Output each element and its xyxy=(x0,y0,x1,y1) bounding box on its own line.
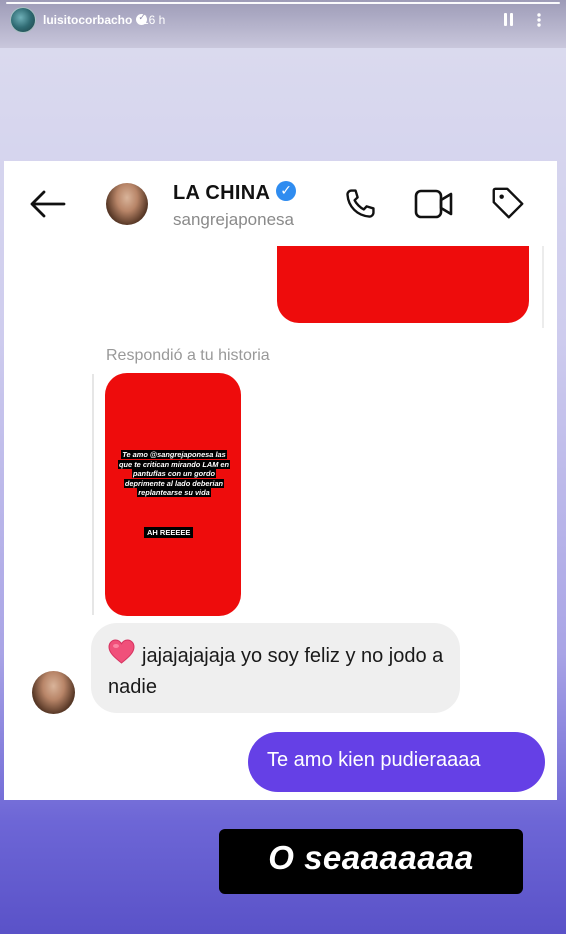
redacted-message xyxy=(277,246,529,323)
story-avatar[interactable] xyxy=(10,7,36,33)
pause-icon[interactable] xyxy=(504,13,514,26)
contact-handle: sangrejaponesa xyxy=(173,210,294,229)
contact-name-row[interactable]: LA CHINA xyxy=(173,181,297,205)
story-thumbnail-text-2: AH REEEEE xyxy=(144,527,194,538)
outgoing-message-text: Te amo kien pudieraaaa xyxy=(267,749,481,771)
sender-avatar[interactable] xyxy=(32,671,75,714)
reply-quote-bar xyxy=(92,374,94,615)
tag-icon[interactable] xyxy=(489,184,527,227)
story-thumbnail-text: Te amo @sangrejaponesa las que te critic… xyxy=(118,450,231,498)
story-caption: O seaaaaaaa xyxy=(268,839,474,876)
story-reply-label: Respondió a tu historia xyxy=(106,347,270,364)
video-icon[interactable] xyxy=(414,186,454,227)
contact-name[interactable]: LA CHINA xyxy=(173,182,270,204)
story-header: luisitocorbacho 16 h xyxy=(0,0,566,48)
story-time: 16 h xyxy=(142,13,166,27)
verified-icon xyxy=(276,181,297,201)
phone-icon[interactable] xyxy=(341,185,379,228)
scroll-indicator xyxy=(542,246,544,328)
story-progress-bar xyxy=(6,2,560,4)
story-username[interactable]: luisitocorbacho xyxy=(43,13,132,27)
back-arrow-icon[interactable] xyxy=(28,186,66,227)
contact-avatar[interactable] xyxy=(106,183,148,225)
story-username-row[interactable]: luisitocorbacho xyxy=(43,12,148,27)
more-icon[interactable] xyxy=(530,12,548,28)
incoming-message-text: jajajajajaja yo soy feliz y no jodo a na… xyxy=(108,645,444,698)
